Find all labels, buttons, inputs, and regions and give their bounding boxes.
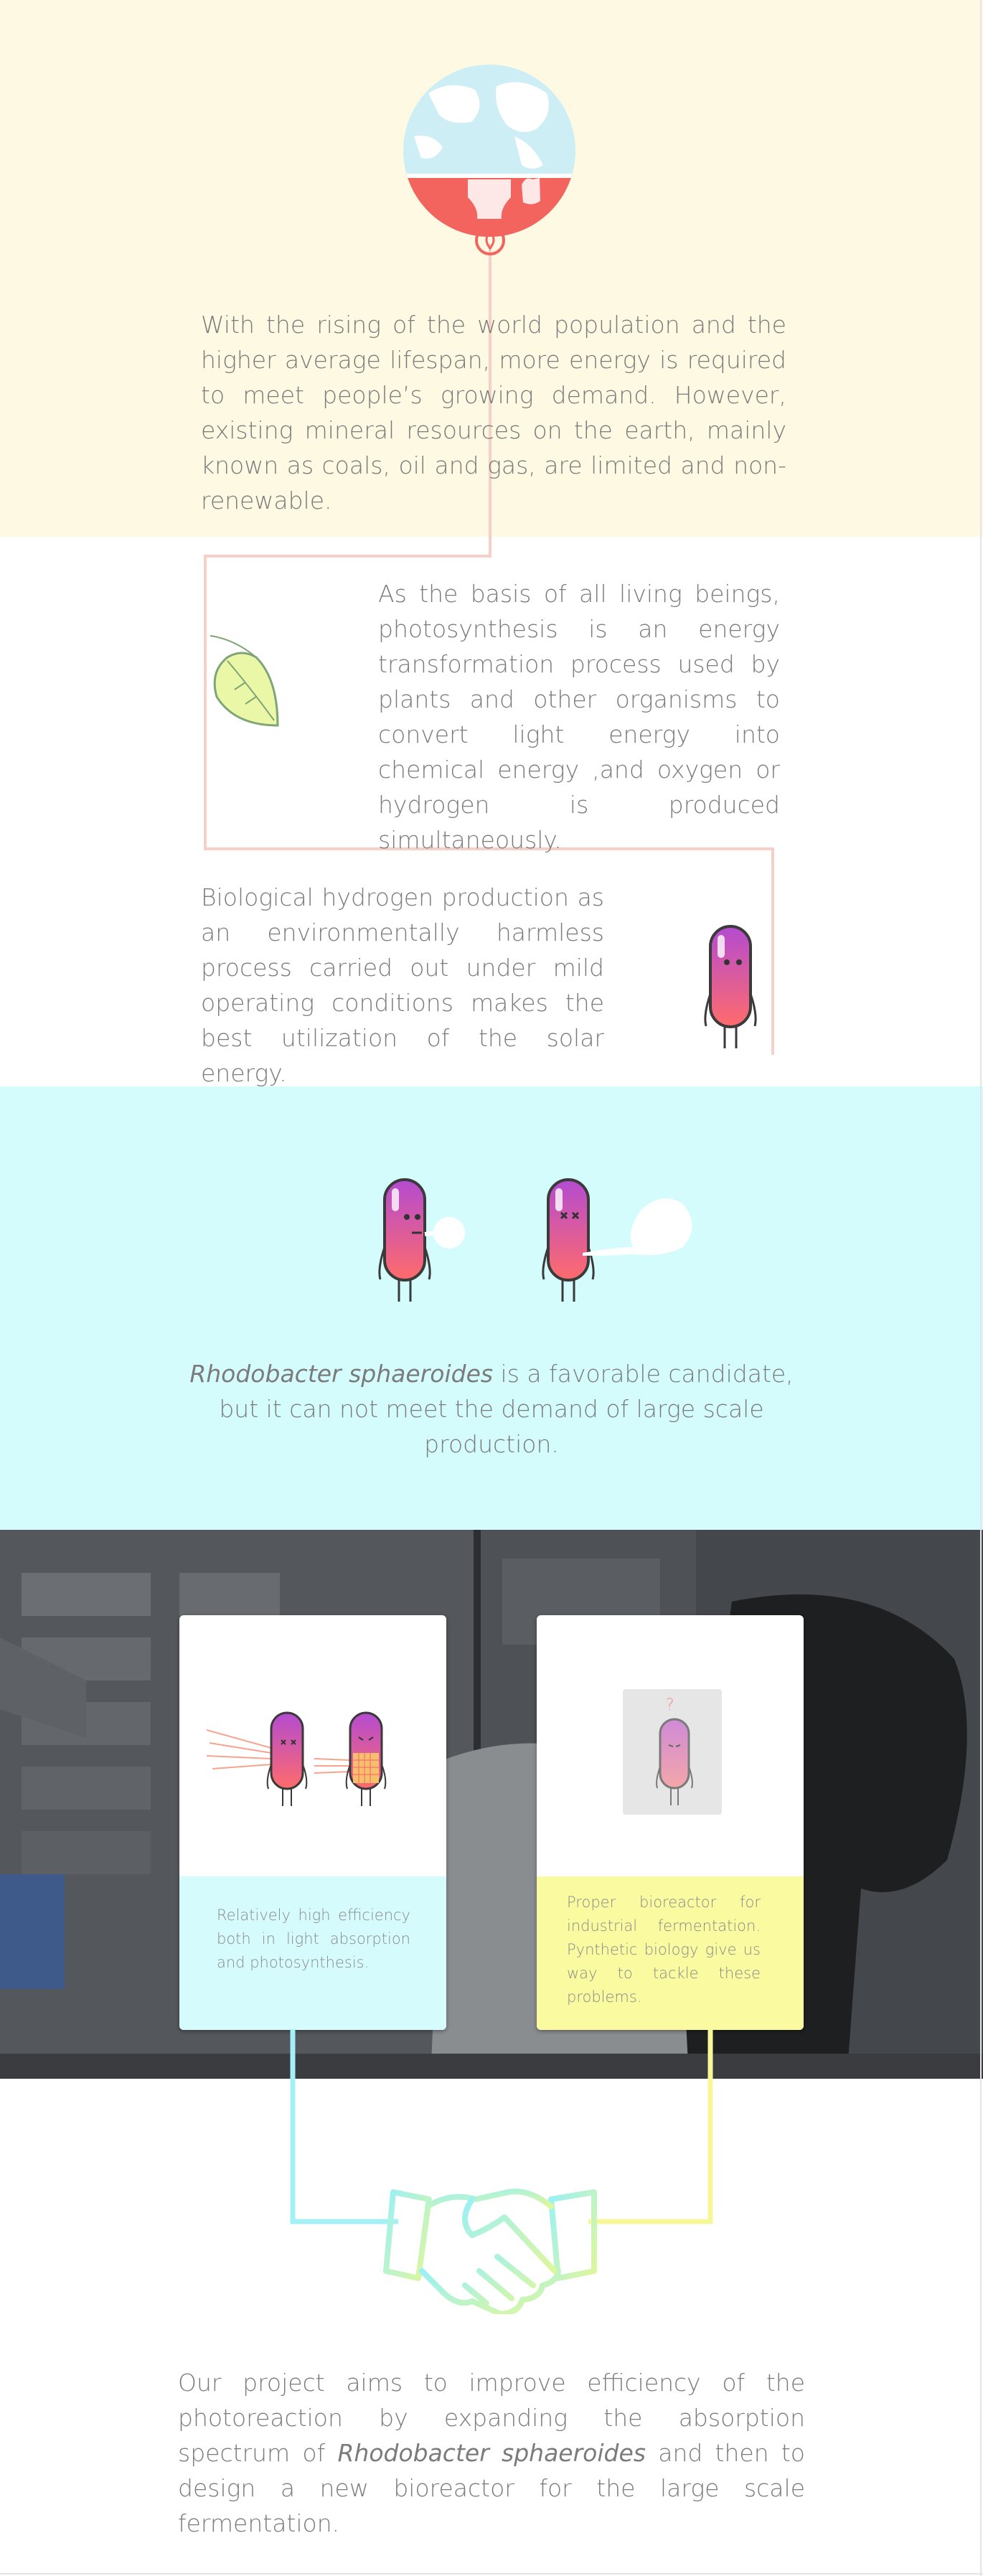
candidate-section bbox=[0, 1086, 983, 1530]
card-efficiency: Relatively high efficiency both in light… bbox=[179, 1615, 446, 2030]
bioreactor-box: ? bbox=[623, 1689, 722, 1815]
candidate-paragraph: Rhodobacter sphaeroides is a favorable c… bbox=[175, 1356, 808, 1462]
handshake-icon bbox=[379, 2178, 601, 2314]
earth-resources-icon bbox=[400, 65, 579, 258]
hydrogen-paragraph: Biological hydrogen production as an env… bbox=[201, 883, 604, 1087]
page-border-bottom bbox=[0, 2573, 983, 2575]
candidate-species: Rhodobacter sphaeroides bbox=[189, 1360, 494, 1388]
card-bioreactor-footer: Proper bioreactor for industrial ferment… bbox=[537, 1876, 804, 2030]
bacteria-light-absorption-icon bbox=[207, 1708, 422, 1816]
bacterium-small-bubble-icon bbox=[375, 1175, 468, 1305]
card-bioreactor-text: Proper bioreactor for industrial ferment… bbox=[567, 1894, 761, 2006]
bacterium-icon bbox=[702, 922, 759, 1051]
card-efficiency-footer: Relatively high efficiency both in light… bbox=[179, 1876, 446, 2030]
intro-paragraph: With the rising of the world population … bbox=[201, 311, 786, 514]
leaf-icon bbox=[206, 629, 292, 729]
photosynthesis-paragraph: As the basis of all living beings, photo… bbox=[378, 580, 780, 854]
page-border-right bbox=[980, 0, 982, 2576]
question-mark: ? bbox=[666, 1696, 674, 1714]
project-paragraph: Our project aims to improve efficiency o… bbox=[178, 2365, 805, 2541]
project-species: Rhodobacter sphaeroides bbox=[337, 2439, 646, 2467]
card-bioreactor: ? Proper bioreactor for industrial ferme… bbox=[537, 1615, 804, 2030]
card-efficiency-text: Relatively high efficiency both in light… bbox=[217, 1907, 410, 1971]
bacterium-large-bubble-icon bbox=[540, 1175, 697, 1305]
lab-photo-background bbox=[0, 1530, 983, 2079]
